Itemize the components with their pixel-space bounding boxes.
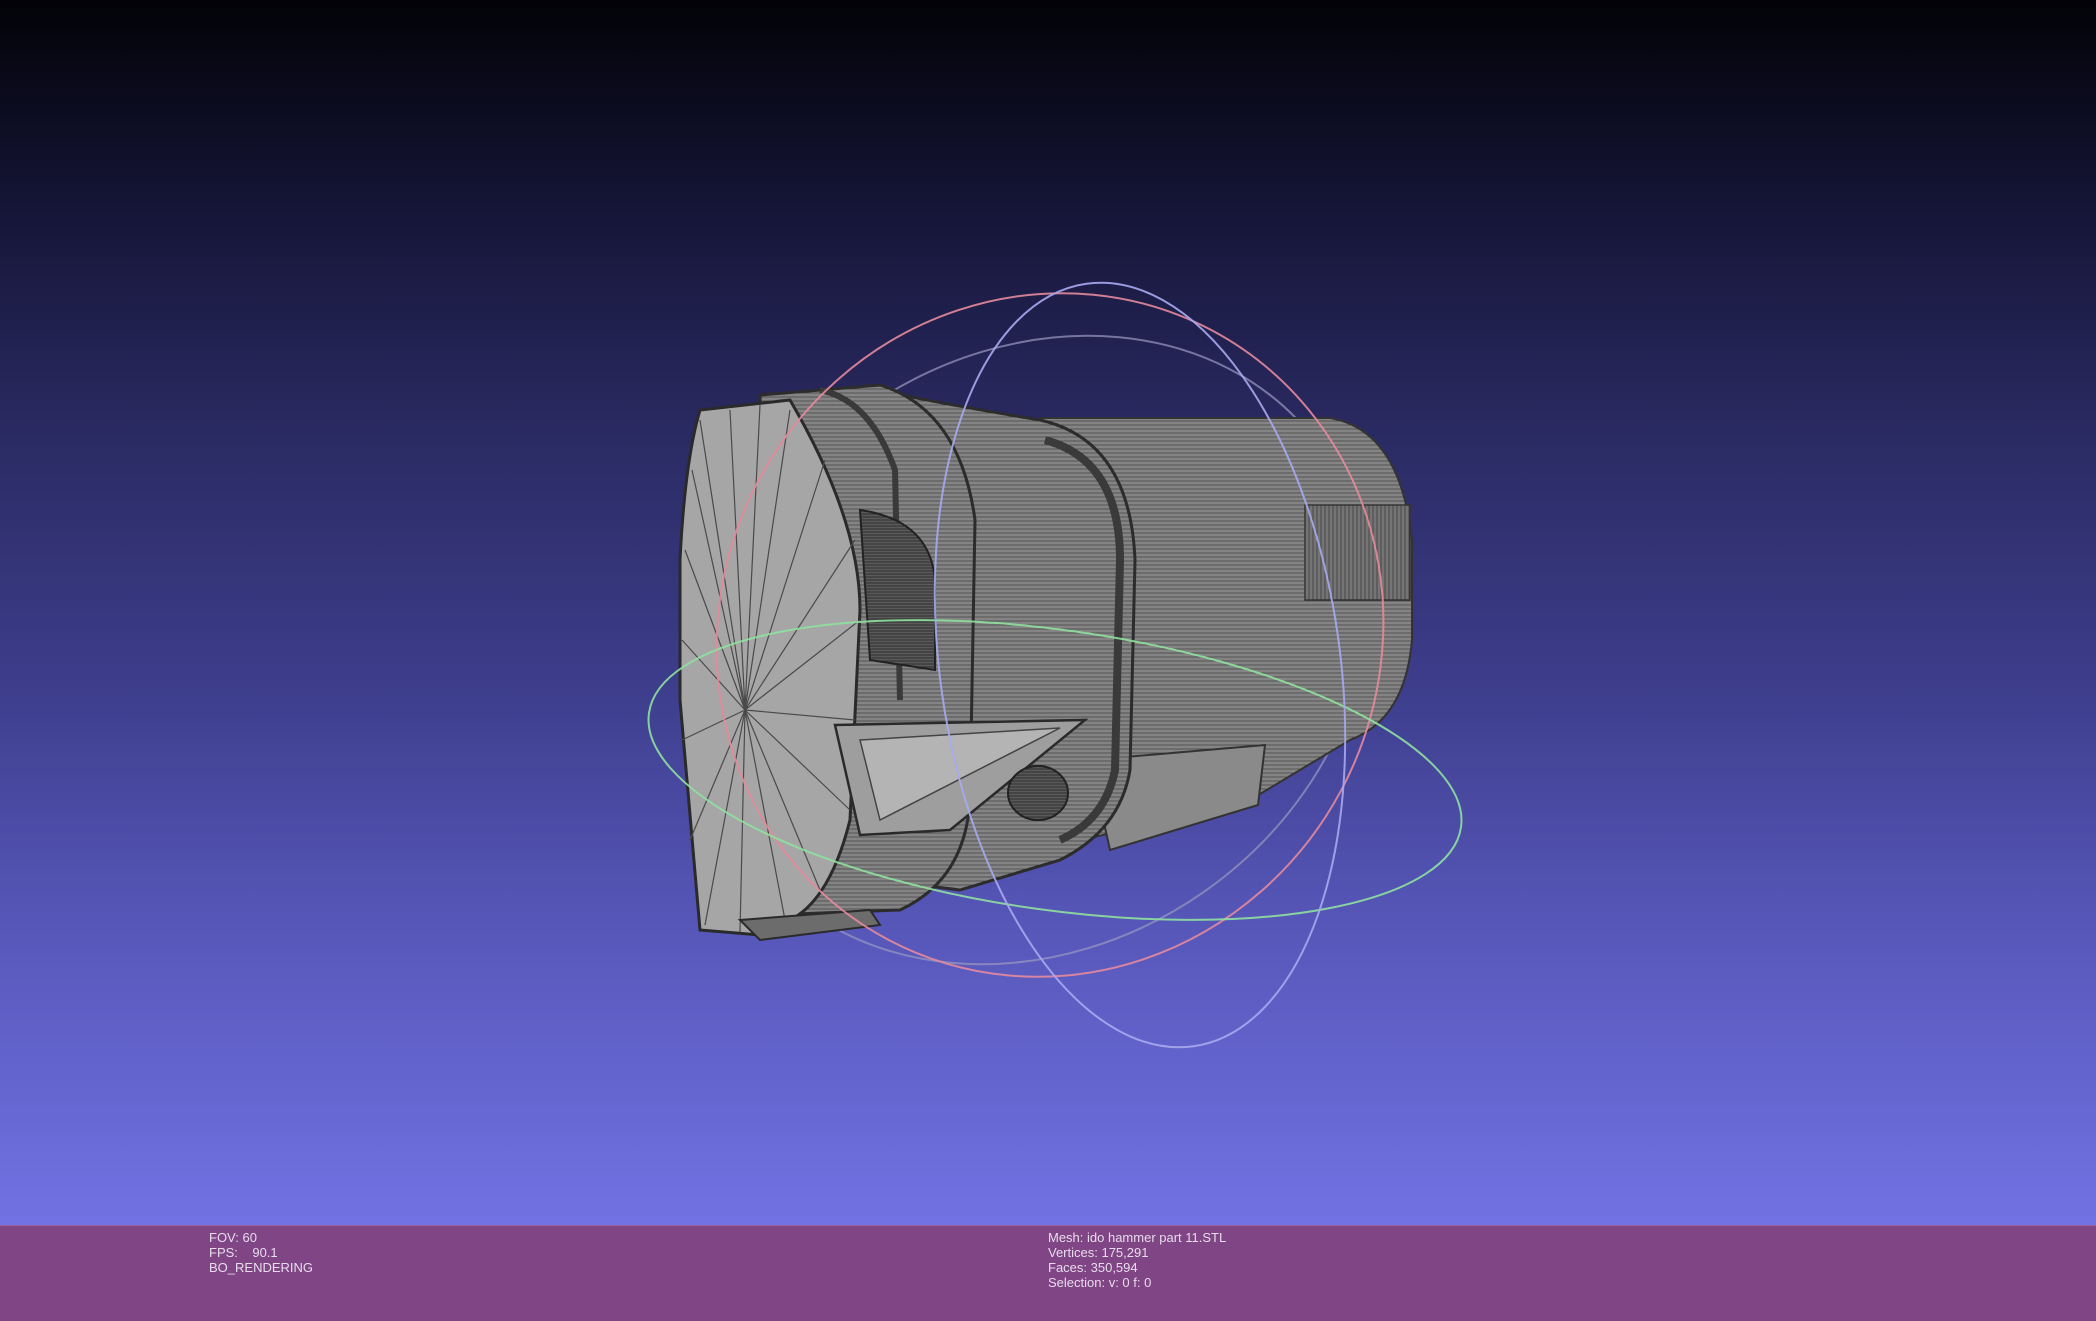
mesh-info-panel: Mesh: ido hammer part 11.STL Vertices: 1… [1048, 1230, 1226, 1290]
mesh-name-readout: Mesh: ido hammer part 11.STL [1048, 1230, 1227, 1245]
fps-readout: FPS: 90.1 [209, 1245, 278, 1260]
faces-readout: Faces: 350,594 [1048, 1260, 1138, 1275]
info-bar: FOV: 60 FPS: 90.1 BO_RENDERING Mesh: ido… [0, 1225, 2096, 1321]
vertices-readout: Vertices: 175,291 [1048, 1245, 1149, 1260]
render-info-panel: FOV: 60 FPS: 90.1 BO_RENDERING [209, 1230, 313, 1275]
fov-readout: FOV: 60 [209, 1230, 257, 1245]
mesh-render-canvas[interactable] [0, 0, 2096, 1225]
selection-readout: Selection: v: 0 f: 0 [1048, 1275, 1152, 1290]
3d-viewport[interactable] [0, 0, 2096, 1225]
render-mode-readout: BO_RENDERING [209, 1260, 314, 1275]
